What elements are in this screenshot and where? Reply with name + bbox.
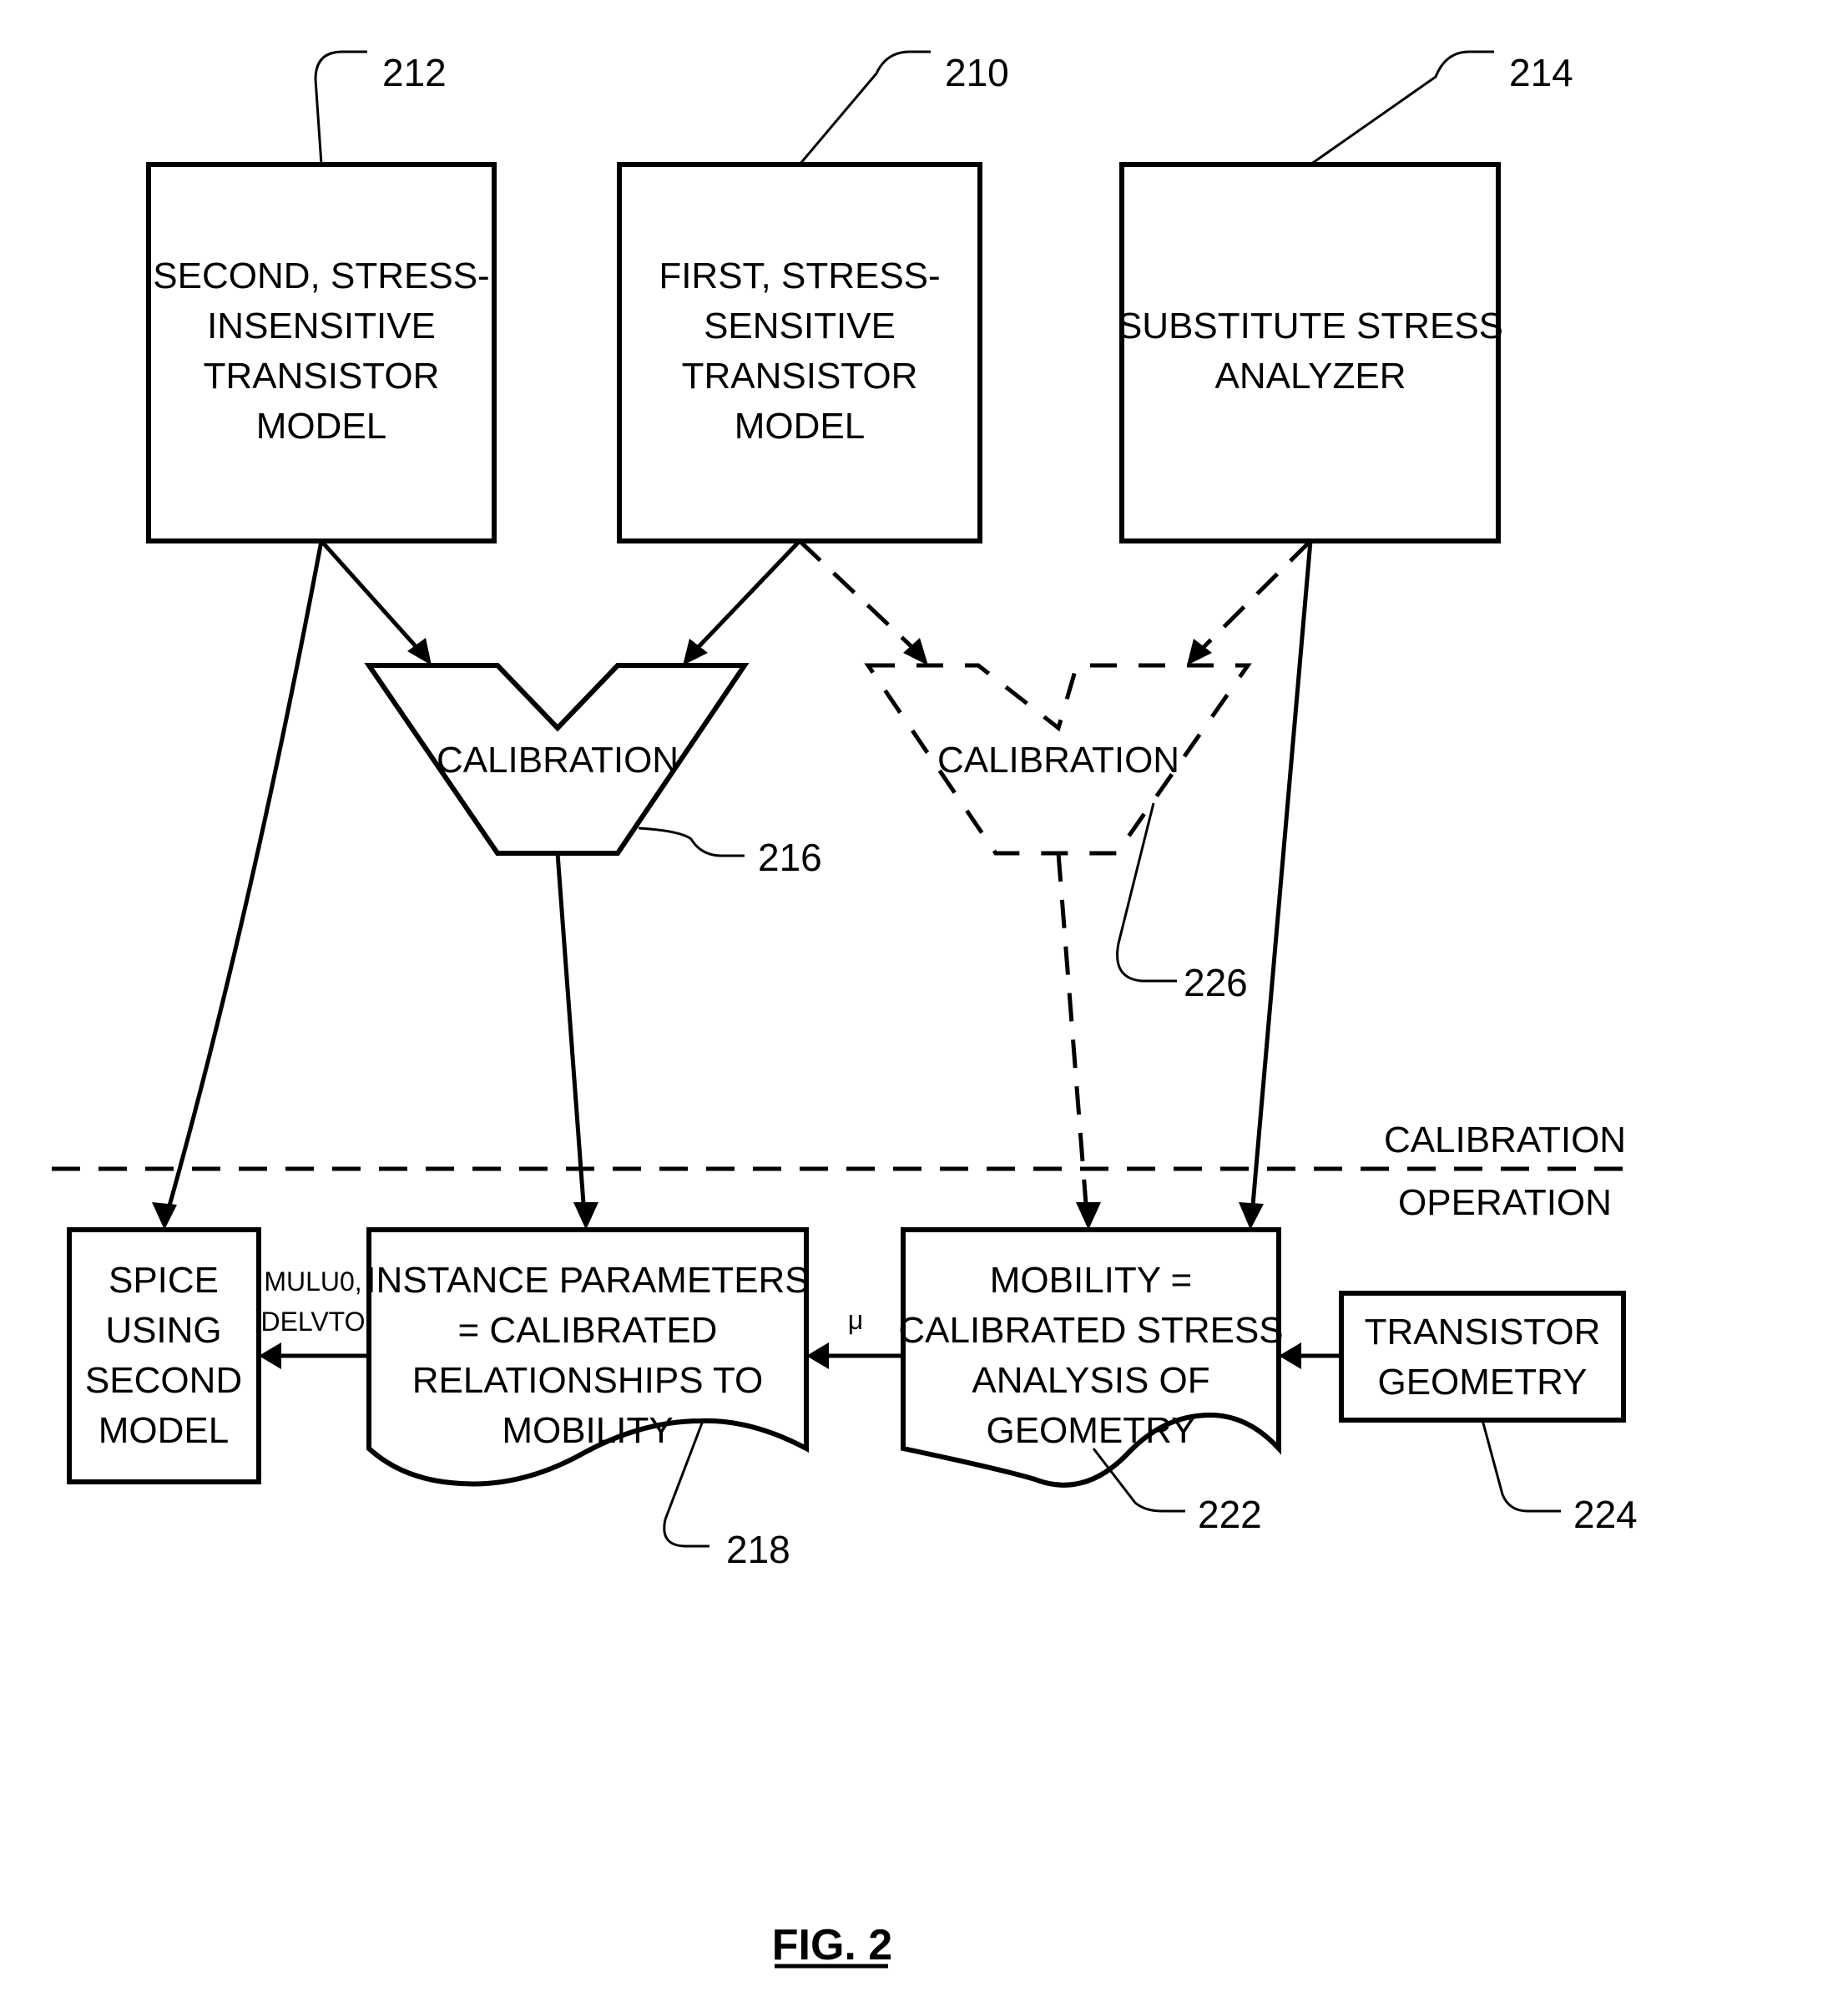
connector-222-to-218: μ (806, 1305, 903, 1369)
connector-214-to-226 (1187, 539, 1312, 665)
calibration-226-label: CALIBRATION (937, 740, 1179, 781)
arrowhead-icon (1076, 1202, 1101, 1230)
spice-line-3: SECOND (85, 1360, 242, 1401)
instance-params-line-1: INSTANCE PARAMETERS (366, 1260, 809, 1301)
calibration-216-label: CALIBRATION (437, 740, 679, 781)
ref-leader-226 (1116, 802, 1177, 983)
second-model-line-3: TRANSISTOR (204, 356, 440, 397)
ref-label-212: 212 (382, 51, 447, 94)
ref-leader-214 (1310, 50, 1494, 166)
spice-line-1: SPICE (109, 1260, 219, 1301)
instance-params-line-4: MOBILITY (502, 1410, 673, 1451)
geometry-line-2: GEOMETRY (1377, 1362, 1587, 1403)
instance-params-line-3: RELATIONSHIPS TO (412, 1360, 764, 1401)
stress-analyzer-block: SUBSTITUTE STRESS ANALYZER 214 (1118, 50, 1573, 543)
mobility-block: MOBILITY = CALIBRATED STRESS ANALYSIS OF… (898, 1227, 1284, 1536)
arrowhead-icon (152, 1202, 177, 1230)
edge-label-delvto: DELVTO (260, 1307, 365, 1337)
arrowhead-icon (573, 1202, 598, 1230)
stress-analyzer-line-2: ANALYZER (1214, 356, 1406, 397)
connector-226-to-222 (1056, 852, 1089, 1216)
ref-label-218: 218 (726, 1528, 790, 1571)
ref-leader-224 (1481, 1419, 1561, 1513)
connector-224-to-222 (1279, 1342, 1341, 1369)
arrowhead-icon (1239, 1202, 1264, 1230)
connector-212-to-spice (152, 540, 324, 1230)
ref-label-210: 210 (945, 51, 1009, 94)
calibration-226-block: CALIBRATION 226 (864, 663, 1252, 1230)
figure-title: FIG. 2 (772, 1921, 892, 1969)
mobility-line-1: MOBILITY = (990, 1260, 1193, 1301)
ref-label-226: 226 (1184, 961, 1248, 1004)
mobility-line-2: CALIBRATED STRESS (898, 1310, 1283, 1351)
mobility-line-4: GEOMETRY (986, 1410, 1195, 1451)
calibration-216-block: CALIBRATION 216 (364, 663, 822, 1230)
geometry-line-1: TRANSISTOR (1365, 1312, 1601, 1352)
first-model-line-1: FIRST, STRESS- (659, 255, 940, 296)
ref-label-224: 224 (1573, 1493, 1638, 1536)
spice-line-2: USING (105, 1310, 221, 1351)
arrowhead-icon (259, 1342, 281, 1369)
edge-label-mu: μ (848, 1305, 863, 1335)
ref-label-214: 214 (1509, 51, 1573, 94)
first-model-box (617, 162, 982, 543)
connector-214-to-mobility (1239, 540, 1313, 1230)
second-model-line-1: SECOND, STRESS- (153, 255, 489, 296)
ref-leader-216 (638, 827, 745, 857)
second-model-line-2: INSENSITIVE (207, 306, 436, 346)
instance-params-block: INSTANCE PARAMETERS = CALIBRATED RELATIO… (366, 1227, 810, 1571)
arrowhead-icon (806, 1342, 829, 1369)
figure-caption: FIG. 2 (772, 1921, 892, 1969)
connector-210-to-226 (798, 539, 928, 665)
connector-210-to-216 (683, 539, 801, 665)
instance-params-line-2: = CALIBRATED (458, 1310, 718, 1351)
connector-216-to-218 (555, 852, 587, 1216)
mobility-line-3: ANALYSIS OF (972, 1360, 1209, 1401)
connector-218-to-spice: MULU0, DELVTO (259, 1266, 369, 1369)
geometry-block: TRANSISTOR GEOMETRY 224 (1339, 1291, 1638, 1536)
stress-analyzer-line-1: SUBSTITUTE STRESS (1118, 306, 1503, 346)
ref-label-222: 222 (1198, 1493, 1262, 1536)
second-model-box (146, 162, 497, 543)
connector-212-to-216 (320, 539, 432, 665)
divider-upper-label: CALIBRATION (1384, 1120, 1626, 1160)
calibration-flow-diagram: SECOND, STRESS- INSENSITIVE TRANSISTOR M… (52, 50, 1638, 1969)
first-model-block: FIRST, STRESS- SENSITIVE TRANSISTOR MODE… (617, 50, 1009, 543)
first-model-line-3: TRANSISTOR (682, 356, 918, 397)
ref-leader-212 (314, 50, 367, 165)
first-model-line-4: MODEL (735, 406, 865, 447)
calibration-operation-divider: CALIBRATION OPERATION (52, 1120, 1626, 1223)
edge-label-mulu0: MULU0, (264, 1266, 361, 1297)
second-model-block: SECOND, STRESS- INSENSITIVE TRANSISTOR M… (146, 50, 497, 543)
divider-lower-label: OPERATION (1398, 1182, 1612, 1223)
spice-block: SPICE USING SECOND MODEL (67, 1227, 261, 1484)
first-model-line-2: SENSITIVE (704, 306, 896, 346)
ref-label-216: 216 (758, 836, 822, 879)
spice-line-4: MODEL (98, 1410, 229, 1451)
ref-leader-210 (798, 50, 931, 165)
second-model-line-4: MODEL (256, 406, 386, 447)
stress-analyzer-box (1119, 162, 1501, 543)
